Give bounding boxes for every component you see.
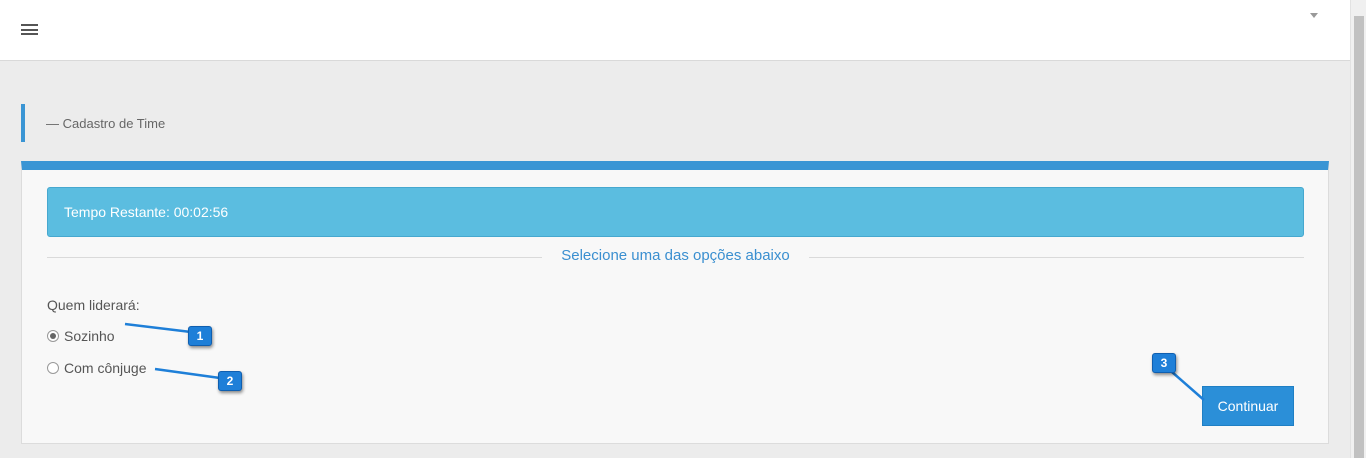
divider-line-left — [47, 257, 542, 258]
radio-option-alone[interactable]: Sozinho — [47, 328, 115, 344]
section-divider-title: Selecione uma das opções abaixo — [561, 247, 790, 264]
hamburger-menu-icon[interactable] — [21, 24, 39, 36]
leader-question-label: Quem liderará: — [47, 297, 140, 313]
annotation-badge-2: 2 — [218, 371, 242, 391]
continue-button[interactable]: Continuar — [1202, 386, 1294, 426]
annotation-badge-1: 1 — [188, 326, 212, 346]
page-header: — Cadastro de Time — [21, 104, 165, 142]
top-navbar — [0, 0, 1350, 61]
scrollbar-thumb[interactable] — [1354, 16, 1364, 458]
radio-option-with-spouse[interactable]: Com cônjuge — [47, 360, 147, 376]
annotation-badge-3: 3 — [1152, 353, 1176, 373]
vertical-scrollbar[interactable] — [1350, 0, 1366, 458]
page-title: — Cadastro de Time — [46, 116, 166, 131]
user-menu-caret-icon[interactable] — [1310, 13, 1318, 18]
divider-line-right — [809, 257, 1304, 258]
radio-label-alone: Sozinho — [64, 328, 115, 344]
remaining-time-alert: Tempo Restante: 00:02:56 — [47, 187, 1304, 237]
radio-label-with-spouse: Com cônjuge — [64, 360, 147, 376]
radio-button-with-spouse[interactable] — [47, 362, 59, 374]
radio-button-alone[interactable] — [47, 330, 59, 342]
team-registration-panel: Tempo Restante: 00:02:56 Selecione uma d… — [21, 161, 1329, 444]
